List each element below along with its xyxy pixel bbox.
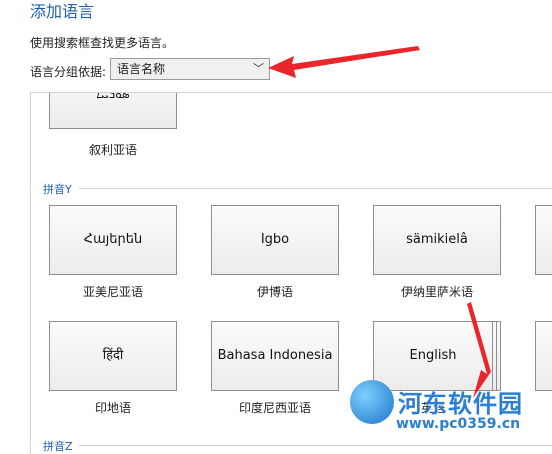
language-tile-inari-sami[interactable]: sämikielâ (373, 205, 501, 275)
section-header-y: 拼音Y (43, 183, 72, 196)
language-tile-igbo[interactable]: Igbo (211, 205, 339, 275)
group-by-label: 语言分组依据: (30, 65, 107, 79)
tile-native-name: ܣܘܪܝܝܐ (96, 92, 130, 101)
search-hint: 使用搜索框查找更多语言。 (30, 36, 175, 50)
language-tile-syriac[interactable]: ܣܘܪܝܝܐ (49, 92, 177, 129)
tile-caption: 印度尼西亚语 (238, 401, 311, 415)
logo-icon (350, 380, 394, 424)
watermark-logo: 河东软件园 www.pc0359.cn (350, 380, 550, 450)
tile-caption: 伊纳里萨米语 (400, 285, 473, 299)
language-tile-hindi[interactable]: हिंदी (49, 321, 177, 391)
annotation-arrow-icon (268, 46, 420, 78)
tile-caption: 亚美尼亚语 (82, 285, 143, 299)
group-by-select[interactable]: 语言名称 ﹀ (110, 58, 270, 80)
tile-caption: 印地语 (94, 401, 131, 415)
tile-native-name: Igbo (260, 232, 290, 247)
watermark-name: 河东软件园 (398, 390, 523, 418)
page-title: 添加语言 (30, 2, 95, 21)
tile-native-name: sämikielâ (406, 232, 468, 247)
tile-native-name: हिंदी (102, 348, 124, 363)
language-tile-armenian[interactable]: Հայերեն (49, 205, 177, 275)
group-by-select-value: 语言名称 (117, 62, 166, 76)
tile-native-name: English (409, 348, 457, 363)
tile-caption: 叙利亚语 (88, 143, 137, 157)
tile-caption: 伊博语 (256, 285, 293, 299)
chevron-down-icon: ﹀ (253, 62, 264, 75)
tile-native-name: Հայերեն (83, 232, 143, 247)
tile-native-name: Bahasa Indonesia (217, 348, 333, 363)
section-divider (79, 188, 552, 189)
watermark-url: www.pc0359.cn (396, 416, 521, 432)
language-tile-indonesian[interactable]: Bahasa Indonesia (211, 321, 339, 391)
language-tile-partial[interactable] (535, 205, 552, 275)
add-language-window: 添加语言 使用搜索框查找更多语言。 语言分组依据: 语言名称 ﹀ ܣܘܪܝܝܐ … (0, 0, 552, 454)
section-header-z: 拼音Z (43, 440, 73, 453)
